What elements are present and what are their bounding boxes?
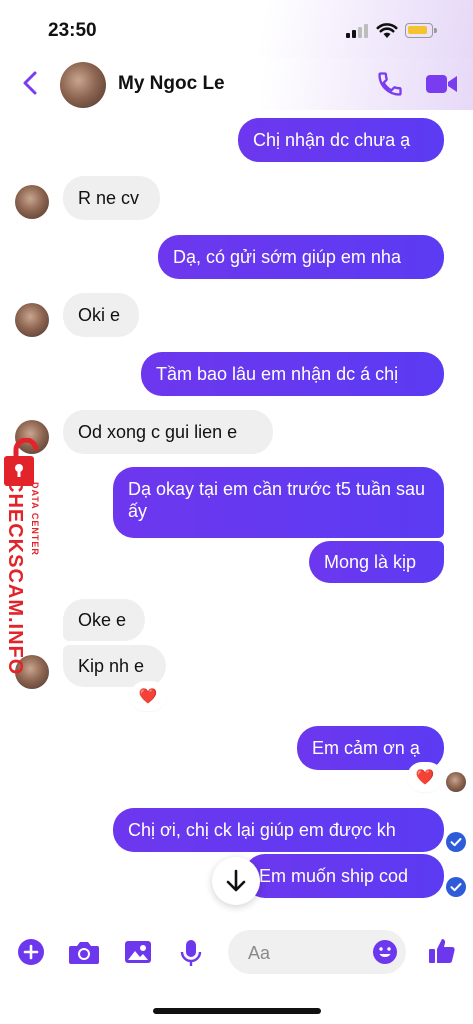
seen-avatar <box>446 772 466 792</box>
message-outgoing[interactable]: Chị ơi, chị ck lại giúp em được kh <box>113 808 444 852</box>
camera-icon[interactable] <box>68 938 100 966</box>
message-outgoing[interactable]: Dạ, có gửi sớm giúp em nha <box>158 235 444 279</box>
message-input-container <box>228 930 406 976</box>
message-incoming[interactable]: Od xong c gui lien e <box>63 410 273 454</box>
message-incoming[interactable]: Oki e <box>63 293 139 337</box>
contact-name[interactable]: My Ngoc Le <box>118 73 225 95</box>
wifi-icon <box>376 23 398 38</box>
back-chevron-icon[interactable] <box>16 68 46 98</box>
emoji-icon[interactable] <box>372 939 398 965</box>
plus-icon[interactable] <box>17 938 45 966</box>
battery-icon <box>405 23 437 38</box>
status-time: 23:50 <box>48 20 97 41</box>
scroll-to-bottom-button[interactable] <box>212 857 260 905</box>
delivered-check-icon <box>446 877 466 897</box>
delivered-check-icon <box>446 832 466 852</box>
chat-header: My Ngoc Le <box>0 58 473 110</box>
status-bar: 23:50 <box>0 0 473 60</box>
message-outgoing[interactable]: Em muốn ship cod <box>244 854 444 898</box>
heart-reaction-icon[interactable]: ❤️ <box>409 764 441 790</box>
signal-icon <box>346 24 370 38</box>
composer-bar <box>0 920 473 990</box>
message-outgoing[interactable]: Chị nhận dc chưa ạ <box>238 118 444 162</box>
message-outgoing[interactable]: Mong là kịp <box>309 541 444 583</box>
arrow-down-icon <box>226 869 246 892</box>
home-indicator <box>153 1008 321 1014</box>
message-incoming[interactable]: Kip nh e <box>63 645 166 687</box>
microphone-icon[interactable] <box>178 938 204 968</box>
thumbs-up-icon[interactable] <box>427 936 457 966</box>
message-incoming[interactable]: Oke e <box>63 599 145 641</box>
message-input[interactable] <box>246 930 370 976</box>
contact-avatar[interactable] <box>60 62 106 108</box>
message-outgoing[interactable]: Dạ okay tại em cần trước t5 tuần sau ấy <box>113 467 444 538</box>
contact-avatar-small <box>15 303 49 337</box>
watermark-text: CHECKSCAM.INFO <box>4 478 26 676</box>
message-outgoing[interactable]: Tầm bao lâu em nhận dc á chị <box>141 352 444 396</box>
watermark-subtext: DATA CENTER <box>30 482 40 556</box>
contact-avatar-small <box>15 185 49 219</box>
video-camera-icon[interactable] <box>425 72 459 96</box>
heart-reaction-icon[interactable]: ❤️ <box>132 683 164 709</box>
message-incoming[interactable]: R ne cv <box>63 176 160 220</box>
image-icon[interactable] <box>123 938 153 966</box>
phone-icon[interactable] <box>376 70 404 98</box>
